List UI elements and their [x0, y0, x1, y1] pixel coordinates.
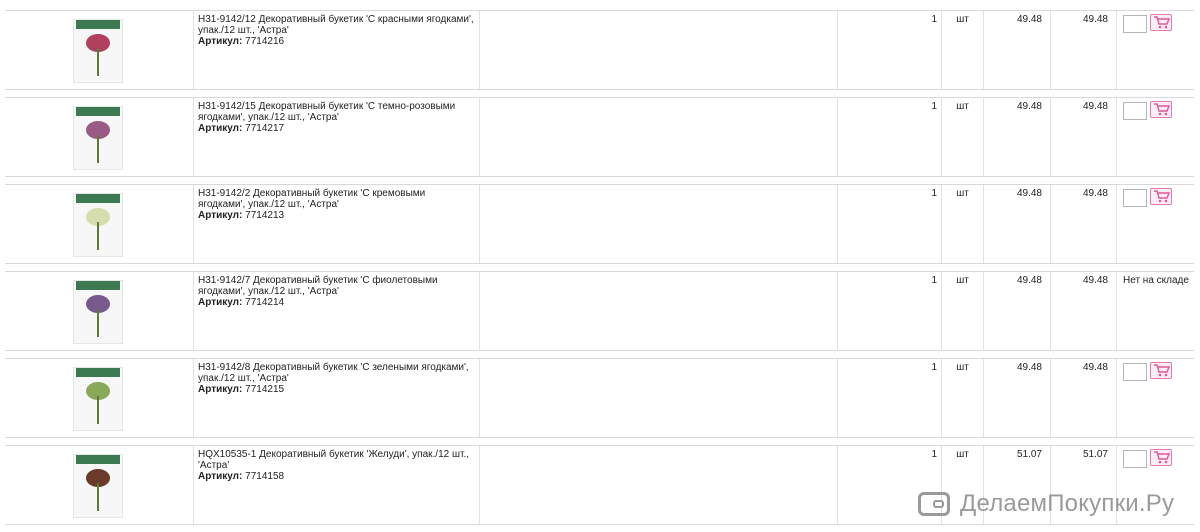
empty-cell: [479, 272, 837, 350]
table-row: H31-9142/8 Декоративный букетик 'С зелен…: [5, 358, 1194, 438]
total-cell: 49.48: [1050, 11, 1116, 89]
bouquet-stem: [97, 483, 99, 511]
product-name[interactable]: H31-9142/8 Декоративный букетик 'С зелен…: [198, 362, 475, 384]
package-tag: [76, 194, 120, 203]
site-watermark: ДелаемПокупки.Ру: [918, 488, 1174, 520]
article-label: Артикул:: [198, 36, 243, 47]
bouquet-stem: [97, 396, 99, 424]
product-thumbnail[interactable]: [73, 19, 123, 83]
product-image-cell: [5, 98, 193, 176]
empty-cell: [479, 359, 837, 437]
bouquet-stem: [97, 135, 99, 163]
unit-cell: шт: [941, 11, 983, 89]
product-description-cell: H31-9142/12 Декоративный букетик 'С крас…: [193, 11, 479, 89]
order-quantity-input[interactable]: [1123, 450, 1147, 468]
empty-cell: [479, 446, 837, 524]
package-tag: [76, 281, 120, 290]
add-to-cart-button[interactable]: [1150, 14, 1172, 31]
article-label: Артикул:: [198, 384, 243, 395]
quantity-cell: 1: [837, 272, 941, 350]
action-cell: [1116, 98, 1194, 176]
unit-cell: шт: [941, 272, 983, 350]
product-description-cell: HQX10535-1 Декоративный букетик 'Желуди'…: [193, 446, 479, 524]
unit-cell: шт: [941, 359, 983, 437]
bouquet-stem: [97, 222, 99, 250]
product-description-cell: H31-9142/2 Декоративный букетик 'С кремо…: [193, 185, 479, 263]
quantity-cell: 1: [837, 11, 941, 89]
add-to-cart-button[interactable]: [1150, 188, 1172, 205]
product-image-cell: [5, 272, 193, 350]
price-cell: 49.48: [983, 98, 1050, 176]
package-tag: [76, 107, 120, 116]
total-cell: 49.48: [1050, 98, 1116, 176]
action-cell: [1116, 185, 1194, 263]
wallet-logo-icon: [918, 492, 950, 516]
order-quantity-input[interactable]: [1123, 189, 1147, 207]
product-image-cell: [5, 446, 193, 524]
price-cell: 49.48: [983, 359, 1050, 437]
product-thumbnail[interactable]: [73, 106, 123, 170]
price-cell: 49.48: [983, 185, 1050, 263]
table-row: H31-9142/15 Декоративный букетик 'С темн…: [5, 97, 1194, 177]
add-to-cart-button[interactable]: [1150, 362, 1172, 379]
product-thumbnail[interactable]: [73, 193, 123, 257]
order-quantity-input[interactable]: [1123, 102, 1147, 120]
product-name[interactable]: HQX10535-1 Декоративный букетик 'Желуди'…: [198, 449, 475, 471]
price-cell: 49.48: [983, 11, 1050, 89]
action-cell: Нет на складе: [1116, 272, 1194, 350]
article-label: Артикул:: [198, 297, 243, 308]
product-name[interactable]: H31-9142/15 Декоративный букетик 'С темн…: [198, 101, 475, 123]
price-cell: 49.48: [983, 272, 1050, 350]
unit-cell: шт: [941, 185, 983, 263]
package-tag: [76, 20, 120, 29]
product-description-cell: H31-9142/7 Декоративный букетик 'С фиоле…: [193, 272, 479, 350]
quantity-cell: 1: [837, 185, 941, 263]
product-thumbnail[interactable]: [73, 454, 123, 518]
out-of-stock-label: Нет на складе: [1123, 275, 1189, 286]
article-number: 7714216: [245, 36, 285, 47]
empty-cell: [479, 98, 837, 176]
product-description-cell: H31-9142/8 Декоративный букетик 'С зелен…: [193, 359, 479, 437]
empty-cell: [479, 11, 837, 89]
quantity-cell: 1: [837, 359, 941, 437]
table-row: H31-9142/12 Декоративный букетик 'С крас…: [5, 10, 1194, 90]
article-number: 7714213: [245, 210, 285, 221]
empty-cell: [479, 185, 837, 263]
article-number: 7714214: [245, 297, 285, 308]
product-thumbnail[interactable]: [73, 367, 123, 431]
order-quantity-input[interactable]: [1123, 363, 1147, 381]
product-name[interactable]: H31-9142/7 Декоративный букетик 'С фиоле…: [198, 275, 475, 297]
add-to-cart-button[interactable]: [1150, 449, 1172, 466]
product-image-cell: [5, 185, 193, 263]
watermark-text: ДелаемПокупки.Ру: [960, 490, 1175, 517]
total-cell: 49.48: [1050, 359, 1116, 437]
article-number: 7714217: [245, 123, 285, 134]
package-tag: [76, 368, 120, 377]
order-quantity-input[interactable]: [1123, 15, 1147, 33]
product-image-cell: [5, 359, 193, 437]
package-tag: [76, 455, 120, 464]
article-label: Артикул:: [198, 210, 243, 221]
unit-cell: шт: [941, 98, 983, 176]
bouquet-stem: [97, 48, 99, 76]
total-cell: 49.48: [1050, 272, 1116, 350]
article-label: Артикул:: [198, 123, 243, 134]
product-thumbnail[interactable]: [73, 280, 123, 344]
article-label: Артикул:: [198, 471, 243, 482]
article-number: 7714158: [245, 471, 285, 482]
product-name[interactable]: H31-9142/2 Декоративный букетик 'С кремо…: [198, 188, 475, 210]
table-row: H31-9142/7 Декоративный букетик 'С фиоле…: [5, 271, 1194, 351]
total-cell: 49.48: [1050, 185, 1116, 263]
action-cell: [1116, 11, 1194, 89]
product-description-cell: H31-9142/15 Декоративный букетик 'С темн…: [193, 98, 479, 176]
product-image-cell: [5, 11, 193, 89]
action-cell: [1116, 359, 1194, 437]
article-number: 7714215: [245, 384, 285, 395]
table-row: H31-9142/2 Декоративный букетик 'С кремо…: [5, 184, 1194, 264]
product-name[interactable]: H31-9142/12 Декоративный букетик 'С крас…: [198, 14, 475, 36]
add-to-cart-button[interactable]: [1150, 101, 1172, 118]
quantity-cell: 1: [837, 98, 941, 176]
bouquet-stem: [97, 309, 99, 337]
